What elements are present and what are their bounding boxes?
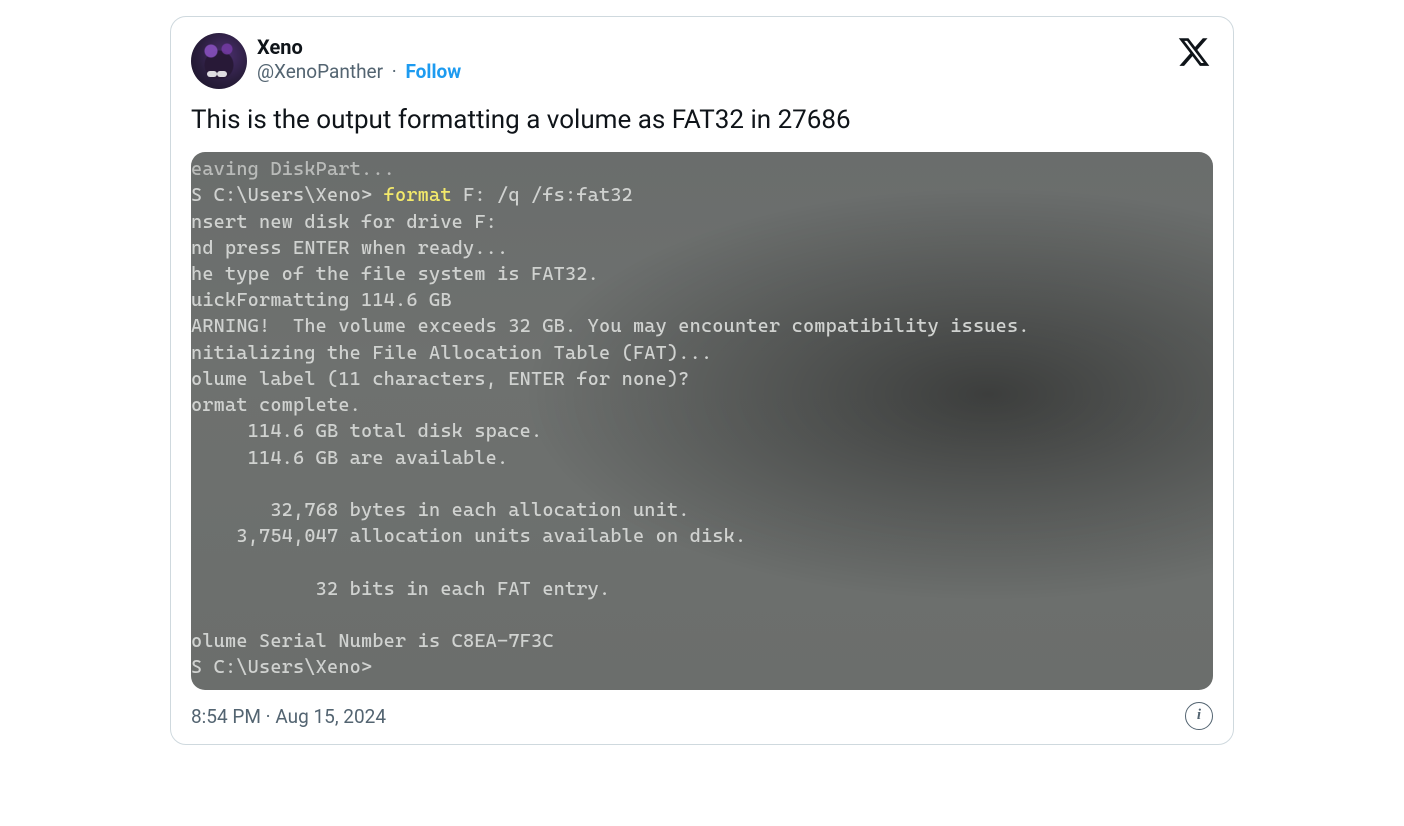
author-handle[interactable]: @XenoPanther bbox=[257, 60, 383, 83]
separator-dot: · bbox=[266, 705, 276, 728]
info-icon[interactable]: i bbox=[1185, 702, 1213, 730]
terminal-output-body: nsert new disk for drive F: nd press ENT… bbox=[191, 211, 1030, 653]
timestamp-link[interactable]: 8:54 PM · Aug 15, 2024 bbox=[191, 705, 386, 728]
separator-dot: · bbox=[388, 60, 401, 83]
terminal-prompt-prefix: S C:\Users\Xeno> bbox=[191, 184, 384, 206]
terminal-command: format bbox=[384, 184, 452, 206]
author-block: Xeno @XenoPanther · Follow bbox=[257, 33, 461, 84]
tweet-header: Xeno @XenoPanther · Follow bbox=[191, 33, 1213, 89]
tweet-text: This is the output formatting a volume a… bbox=[191, 103, 1213, 138]
terminal-line: eaving DiskPart... bbox=[191, 158, 395, 180]
terminal-content: eaving DiskPart... S C:\Users\Xeno> form… bbox=[191, 156, 1213, 680]
info-glyph: i bbox=[1197, 707, 1201, 724]
x-logo-icon[interactable] bbox=[1177, 35, 1211, 69]
tweet-time: 8:54 PM bbox=[191, 705, 261, 728]
follow-link[interactable]: Follow bbox=[405, 60, 461, 83]
terminal-screenshot[interactable]: eaving DiskPart... S C:\Users\Xeno> form… bbox=[191, 152, 1213, 690]
tweet-card: Xeno @XenoPanther · Follow This is the o… bbox=[170, 16, 1234, 745]
avatar[interactable] bbox=[191, 33, 247, 89]
tweet-date: Aug 15, 2024 bbox=[275, 705, 386, 728]
author-subline: @XenoPanther · Follow bbox=[257, 60, 461, 84]
terminal-args: F: /q /fs:fat32 bbox=[452, 184, 633, 206]
tweet-meta: 8:54 PM · Aug 15, 2024 i bbox=[191, 702, 1213, 730]
terminal-prompt-end: S C:\Users\Xeno> bbox=[191, 656, 372, 678]
author-display-name[interactable]: Xeno bbox=[257, 35, 461, 60]
